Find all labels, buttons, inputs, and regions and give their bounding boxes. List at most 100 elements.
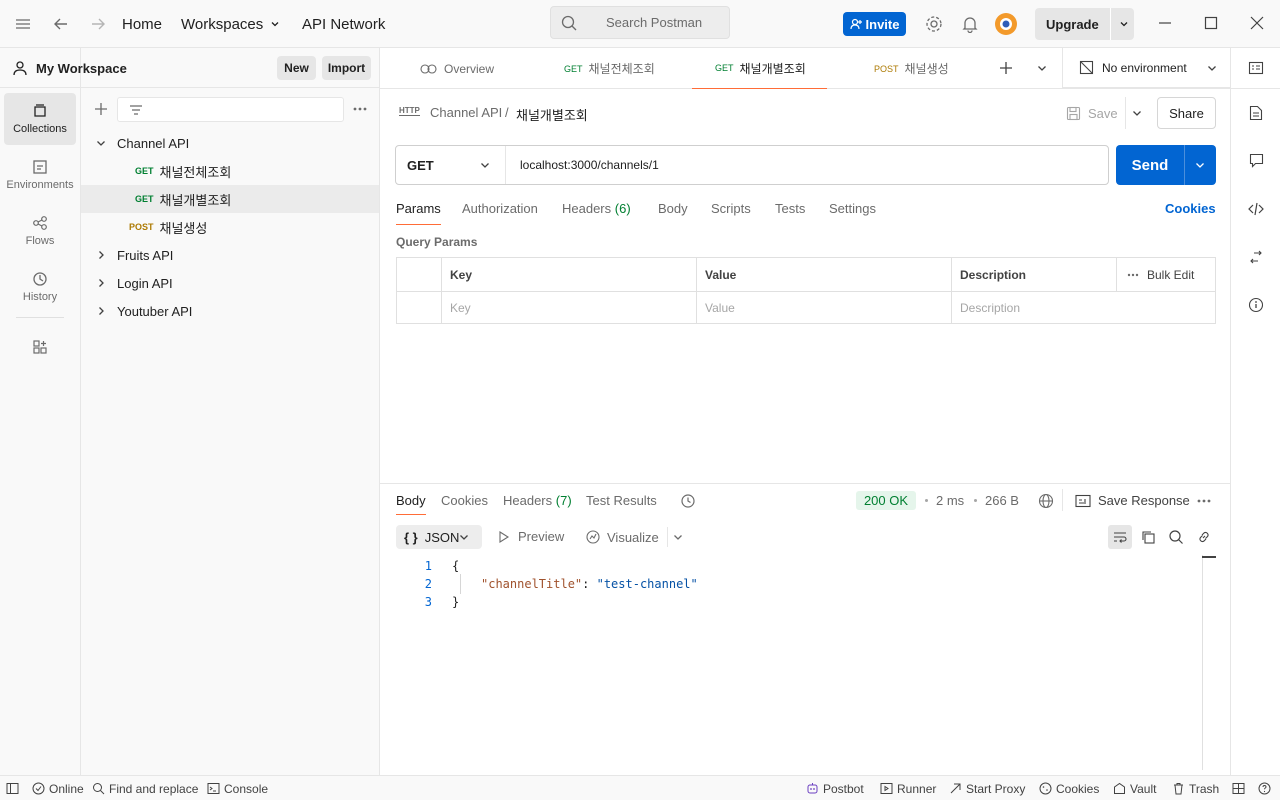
response-time[interactable]: 2 ms — [936, 493, 964, 508]
code-icon[interactable] — [1248, 202, 1264, 216]
tree-folder-fruits-api[interactable]: Fruits API — [81, 241, 379, 269]
tab-scripts[interactable]: Scripts — [711, 201, 751, 225]
online-status[interactable]: Online — [32, 776, 84, 801]
cookies-link[interactable]: Cookies — [1165, 201, 1216, 216]
chevron-down-icon[interactable] — [1194, 159, 1206, 171]
minimize-icon[interactable] — [1158, 16, 1172, 30]
menu-icon[interactable] — [15, 17, 31, 31]
related-collections-icon[interactable] — [1249, 249, 1263, 265]
trash-button[interactable]: Trash — [1172, 776, 1219, 801]
close-icon[interactable] — [1250, 16, 1264, 30]
response-format-select[interactable]: { } JSON — [396, 525, 482, 549]
upgrade-button[interactable]: Upgrade — [1035, 8, 1134, 40]
configure-workbench-icon[interactable] — [32, 339, 48, 355]
rail-item-flows[interactable]: Flows — [4, 205, 76, 257]
avatar[interactable] — [994, 12, 1018, 36]
send-button[interactable]: Send — [1116, 145, 1216, 185]
response-tab-cookies[interactable]: Cookies — [441, 493, 488, 508]
response-tab-test-results[interactable]: Test Results — [586, 493, 657, 508]
environment-selector[interactable]: No environment — [1062, 48, 1230, 88]
tab-tests[interactable]: Tests — [775, 201, 805, 225]
workspace-name[interactable]: My Workspace — [36, 61, 127, 76]
maximize-icon[interactable] — [1204, 16, 1218, 30]
rail-item-history[interactable]: History — [4, 261, 76, 313]
tree-request[interactable]: POST 채널생성 — [81, 213, 379, 241]
invite-button[interactable]: Invite — [843, 12, 906, 36]
request-title[interactable]: 채널개별조회 — [516, 105, 588, 124]
description-input[interactable]: Description — [951, 291, 1215, 324]
bulk-edit-button[interactable]: Bulk Edit — [1116, 258, 1215, 291]
vault-button[interactable]: Vault — [1113, 776, 1156, 801]
tree-request-selected[interactable]: GET 채널개별조회 — [81, 185, 379, 213]
tree-folder-youtuber-api[interactable]: Youtuber API — [81, 297, 379, 325]
tree-request[interactable]: GET 채널전체조회 — [81, 157, 379, 185]
more-options-icon[interactable] — [353, 102, 367, 116]
find-replace-button[interactable]: Find and replace — [92, 776, 198, 801]
more-options-icon[interactable] — [1197, 498, 1211, 504]
chevron-down-icon[interactable] — [1131, 107, 1143, 119]
new-button[interactable]: New — [277, 56, 316, 80]
method-select[interactable]: GET — [396, 146, 506, 184]
preview-button[interactable]: Preview — [498, 529, 564, 544]
tab-request[interactable]: GET 채널전체조회 — [564, 48, 684, 89]
back-arrow-icon[interactable] — [53, 16, 69, 32]
chevron-down-icon[interactable] — [1036, 62, 1048, 74]
rail-item-environments[interactable]: Environments — [4, 149, 76, 201]
key-input[interactable]: Key — [441, 291, 696, 324]
tab-params[interactable]: Params — [396, 201, 441, 225]
visualize-button[interactable]: Visualize — [585, 529, 659, 545]
postbot-button[interactable]: Postbot — [806, 776, 864, 801]
tree-folder-channel-api[interactable]: Channel API — [81, 129, 379, 157]
tab-body[interactable]: Body — [658, 201, 688, 225]
toggle-sidebar-icon[interactable] — [6, 776, 19, 801]
documentation-icon[interactable] — [1249, 105, 1263, 121]
console-button[interactable]: Console — [207, 776, 268, 801]
response-tab-headers[interactable]: Headers (7) — [503, 493, 572, 508]
breadcrumb-parent[interactable]: Channel API — [430, 105, 502, 120]
workspaces-menu[interactable]: Workspaces — [181, 0, 281, 48]
tab-request[interactable]: POST 채널생성 — [874, 48, 974, 89]
history-icon[interactable] — [680, 493, 696, 509]
tab-headers[interactable]: Headers (6) — [562, 201, 631, 225]
save-button[interactable]: Save — [1066, 97, 1126, 129]
url-input[interactable]: localhost:3000/channels/1 — [520, 158, 659, 172]
home-link[interactable]: Home — [122, 0, 162, 48]
response-size[interactable]: 266 B — [985, 493, 1019, 508]
rail-item-collections[interactable]: Collections — [4, 93, 76, 145]
value-input[interactable]: Value — [696, 291, 951, 324]
runner-button[interactable]: Runner — [880, 776, 936, 801]
plus-icon[interactable] — [93, 101, 109, 117]
import-button[interactable]: Import — [322, 56, 371, 80]
globe-icon[interactable] — [1038, 493, 1054, 509]
settings-gear-icon[interactable] — [925, 15, 943, 33]
sidebar-filter-input[interactable] — [117, 97, 344, 122]
notification-bell-icon[interactable] — [961, 15, 979, 33]
tree-folder-login-api[interactable]: Login API — [81, 269, 379, 297]
tab-settings[interactable]: Settings — [829, 201, 876, 225]
layout-icon[interactable] — [1232, 776, 1245, 801]
search-input[interactable]: Search Postman — [550, 6, 730, 39]
search-icon[interactable] — [1168, 529, 1184, 545]
share-button[interactable]: Share — [1157, 97, 1216, 129]
chevron-down-icon[interactable] — [1118, 18, 1130, 30]
environment-quick-look-icon[interactable] — [1248, 60, 1264, 76]
response-divider[interactable] — [380, 483, 1230, 484]
tab-request-active[interactable]: GET 채널개별조회 — [692, 48, 827, 89]
copy-icon[interactable] — [1140, 529, 1156, 545]
save-response-button[interactable]: Save Response — [1075, 493, 1190, 508]
tab-overview[interactable]: Overview — [420, 48, 560, 89]
tab-authorization[interactable]: Authorization — [462, 201, 538, 225]
link-icon[interactable] — [1196, 529, 1212, 545]
new-tab-plus-icon[interactable] — [999, 61, 1013, 75]
chevron-down-icon[interactable] — [672, 531, 684, 543]
help-icon[interactable] — [1258, 776, 1271, 801]
cookies-button[interactable]: Cookies — [1039, 776, 1099, 801]
scrollbar-track[interactable] — [1202, 555, 1203, 770]
response-tab-body[interactable]: Body — [396, 493, 426, 515]
comments-icon[interactable] — [1249, 153, 1264, 168]
status-badge[interactable]: 200 OK — [856, 491, 916, 510]
wrap-lines-button[interactable] — [1108, 525, 1132, 549]
api-network-link[interactable]: API Network — [302, 0, 385, 48]
info-icon[interactable] — [1248, 297, 1264, 313]
forward-arrow-icon[interactable] — [90, 16, 106, 32]
